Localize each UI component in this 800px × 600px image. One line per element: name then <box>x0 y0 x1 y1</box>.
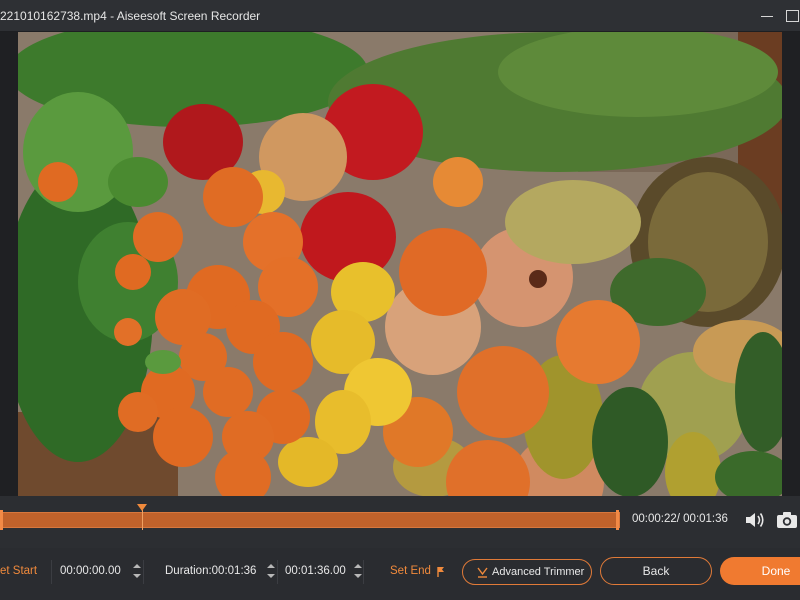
maximize-icon[interactable] <box>782 6 800 26</box>
done-button[interactable]: Done <box>720 557 800 585</box>
end-time-box <box>278 560 364 584</box>
trim-start-handle[interactable] <box>0 510 3 530</box>
set-start-divider <box>0 560 52 584</box>
timeline-track[interactable] <box>0 512 620 528</box>
playhead-line <box>142 510 143 530</box>
time-readout: 00:00:22/ 00:01:36 <box>632 513 728 525</box>
back-button[interactable]: Back <box>600 557 712 585</box>
camera-icon[interactable] <box>776 510 798 530</box>
title-bar: 221010162738.mp4 - Aiseesoft Screen Reco… <box>0 0 800 32</box>
advanced-trimmer-label: Advanced Trimmer <box>492 566 585 578</box>
trim-controls: et Start 00:00:00.00 Duration:00:01:36 0… <box>0 548 800 600</box>
timeline-area: 00:00:22/ 00:01:36 <box>0 496 800 548</box>
duration-box <box>144 560 278 584</box>
video-frame-image <box>18 32 782 496</box>
minimize-icon[interactable] <box>756 6 778 26</box>
recorder-window: 221010162738.mp4 - Aiseesoft Screen Reco… <box>0 0 800 600</box>
trimmer-icon <box>477 567 488 578</box>
advanced-trimmer-button[interactable]: Advanced Trimmer <box>462 559 592 585</box>
video-letterbox-right <box>782 32 800 496</box>
video-letterbox-left <box>0 32 18 496</box>
set-end-icon <box>437 567 444 577</box>
volume-icon[interactable] <box>744 510 766 530</box>
trim-end-handle[interactable] <box>616 510 619 530</box>
set-end-button[interactable]: Set End <box>390 565 431 577</box>
video-preview[interactable] <box>18 32 782 496</box>
window-title: 221010162738.mp4 - Aiseesoft Screen Reco… <box>0 9 261 23</box>
playhead-marker[interactable] <box>137 504 147 511</box>
start-time-box <box>52 560 144 584</box>
